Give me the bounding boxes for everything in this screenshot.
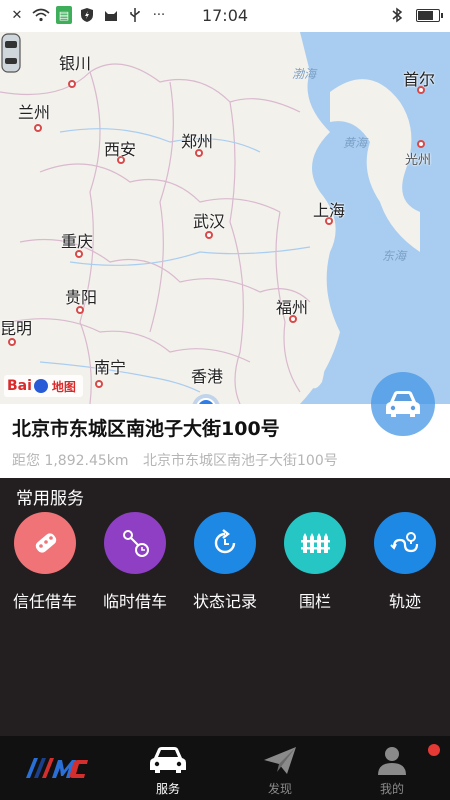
map-sea-label: 黄海 xyxy=(343,136,368,150)
notification-badge xyxy=(428,744,440,756)
logo-text-2: 地图 xyxy=(51,379,76,394)
status-right-icons xyxy=(388,6,443,24)
route-icon xyxy=(374,512,436,574)
service-label: 临时借车 xyxy=(102,592,167,611)
map-city-label: 福州 xyxy=(276,298,309,317)
fence-icon xyxy=(284,512,346,574)
map-city-label: 南宁 xyxy=(94,358,127,377)
map-city-label: 郑州 xyxy=(181,132,214,151)
battery-icon xyxy=(416,8,443,22)
map-city-label: 西安 xyxy=(104,140,137,159)
address-subtitle: 北京市东城区南池子大街100号 xyxy=(143,453,338,469)
service-label: 状态记录 xyxy=(192,592,257,611)
tab-label: 发现 xyxy=(267,782,292,796)
car-key-icon xyxy=(14,512,76,574)
map-city-label: 光州 xyxy=(405,153,432,168)
map-view[interactable]: 银川 兰州 西安 郑州 武汉 上海 重庆 贵阳 昆明 南宁 香港 福州 首尔 光… xyxy=(0,32,450,404)
map-city-label: 昆明 xyxy=(0,319,33,338)
locate-car-button[interactable] xyxy=(371,372,435,436)
status-bar: ✕ ▤ ··· 17:04 xyxy=(0,0,450,32)
map-sea-label: 东海 xyxy=(382,249,407,263)
tab-label: 我的 xyxy=(379,782,404,796)
map-city-label: 香港 xyxy=(191,367,224,386)
map-city-label: 银川 xyxy=(59,54,92,73)
map-city-label: 贵阳 xyxy=(65,288,98,307)
tab-label: 服务 xyxy=(155,782,180,796)
services-section: 常用服务 信任借车 临时借车 状态记录 围栏 轨迹 xyxy=(0,478,450,736)
user-icon xyxy=(378,747,406,775)
address-title: 北京市东城区南池子大街100号 xyxy=(12,418,280,440)
address-subtitle-row: 距您 1,892.45km 北京市东城区南池子大街100号 xyxy=(12,450,348,470)
timed-key-icon xyxy=(104,512,166,574)
brand-logo-icon xyxy=(26,758,88,778)
map-sea-label: 渤海 xyxy=(292,67,317,81)
tab-discover[interactable]: 发现 xyxy=(224,736,336,800)
distance-text: 距您 1,892.45km xyxy=(12,453,129,469)
tab-home-logo[interactable] xyxy=(0,736,112,800)
service-temp-borrow-button[interactable]: 临时借车 xyxy=(90,512,180,612)
bottom-tab-bar: 服务 发现 我的 xyxy=(0,736,450,800)
history-refresh-icon xyxy=(194,512,256,574)
logo-text: Bai xyxy=(7,378,32,394)
map-city-label: 首尔 xyxy=(403,70,436,89)
services-row: 信任借车 临时借车 状态记录 围栏 轨迹 xyxy=(0,512,450,622)
map-city-label: 兰州 xyxy=(18,103,51,122)
service-trust-borrow-button[interactable]: 信任借车 xyxy=(0,512,90,612)
baidu-map-logo: Bai 地图 xyxy=(4,375,83,397)
paper-plane-icon xyxy=(264,747,296,774)
service-status-record-button[interactable]: 状态记录 xyxy=(180,512,270,612)
services-title: 常用服务 xyxy=(16,489,84,509)
car-icon xyxy=(386,391,420,417)
map-city-label: 重庆 xyxy=(61,232,94,251)
tab-service[interactable]: 服务 xyxy=(112,736,224,800)
service-route-button[interactable]: 轨迹 xyxy=(360,512,450,612)
paw-icon xyxy=(33,379,48,393)
tab-mine[interactable]: 我的 xyxy=(336,736,448,800)
service-fence-button[interactable]: 围栏 xyxy=(270,512,360,612)
map-city-label: 武汉 xyxy=(193,212,226,231)
bluetooth-icon xyxy=(388,6,406,24)
service-label: 围栏 xyxy=(298,592,331,611)
map-city-label: 上海 xyxy=(313,201,346,220)
car-marker-icon[interactable] xyxy=(0,32,22,74)
service-label: 轨迹 xyxy=(388,592,421,611)
status-time: 17:04 xyxy=(201,6,249,25)
service-label: 信任借车 xyxy=(12,592,77,611)
car-icon xyxy=(150,747,186,773)
